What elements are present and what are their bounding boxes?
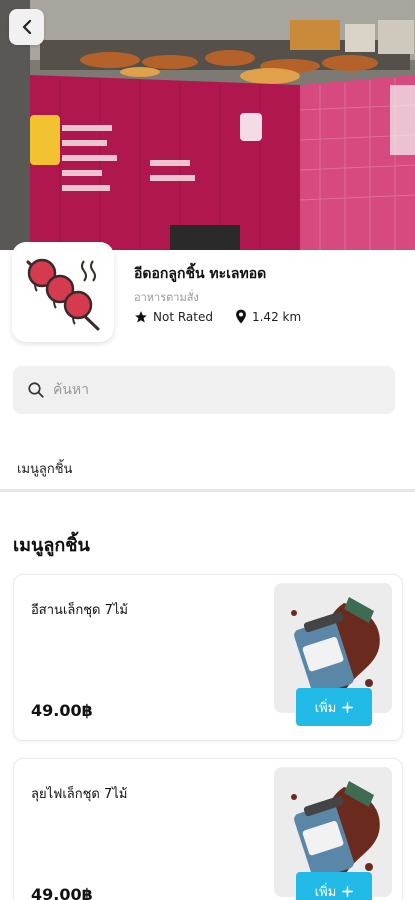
back-button[interactable]	[9, 9, 44, 45]
hero-photo	[0, 0, 415, 250]
shop-logo	[12, 242, 114, 342]
shop-meta: Not Rated 1.42 km	[134, 309, 323, 324]
distance-info: 1.42 km	[235, 309, 301, 324]
add-button[interactable]: เพิ่ม	[296, 872, 372, 900]
plus-icon	[342, 885, 354, 897]
chevron-left-icon	[22, 20, 31, 34]
menu-item-name: ลุยไฟเล็กชุด 7ไม้	[31, 787, 128, 802]
add-button-label: เพิ่ม	[314, 883, 337, 899]
section-title: เมนูลูกชิ้น	[13, 535, 90, 556]
tabs-divider	[0, 489, 415, 492]
menu-item-card[interactable]: อีสานเล็กชุด 7ไม้ 49.00฿ เพิ่ม	[13, 574, 403, 741]
plus-icon	[342, 701, 354, 713]
search-icon	[28, 382, 44, 398]
distance-text: 1.42 km	[251, 309, 302, 324]
location-pin-icon	[236, 309, 246, 324]
add-button-label: เพิ่ม	[314, 699, 337, 715]
menu-item-name: อีสานเล็กชุด 7ไม้	[31, 603, 128, 618]
street-stall-photo	[0, 0, 415, 250]
add-button[interactable]: เพิ่ม	[296, 688, 372, 726]
meatball-skewer-icon	[26, 258, 100, 331]
menu-item-price: 49.00฿	[31, 885, 93, 900]
tab-meatball-menu[interactable]: เมนูลูกชิ้น	[17, 458, 72, 479]
star-icon	[135, 310, 147, 323]
shop-info-panel: อีดอกลูกชิ้น ทะเลทอด อาหารตามสั่ง Not Ra…	[0, 242, 415, 490]
search-bar[interactable]	[13, 366, 395, 414]
shop-name: อีดอกลูกชิ้น ทะเลทอด	[134, 266, 267, 282]
menu-item-card[interactable]: ลุยไฟเล็กชุด 7ไม้ 49.00฿ เพิ่ม	[13, 758, 403, 900]
menu-item-price: 49.00฿	[31, 701, 93, 720]
rating-info: Not Rated	[134, 310, 213, 324]
rating-text: Not Rated	[153, 309, 213, 324]
shop-category: อาหารตามสั่ง	[134, 291, 199, 304]
search-input[interactable]	[53, 382, 373, 398]
